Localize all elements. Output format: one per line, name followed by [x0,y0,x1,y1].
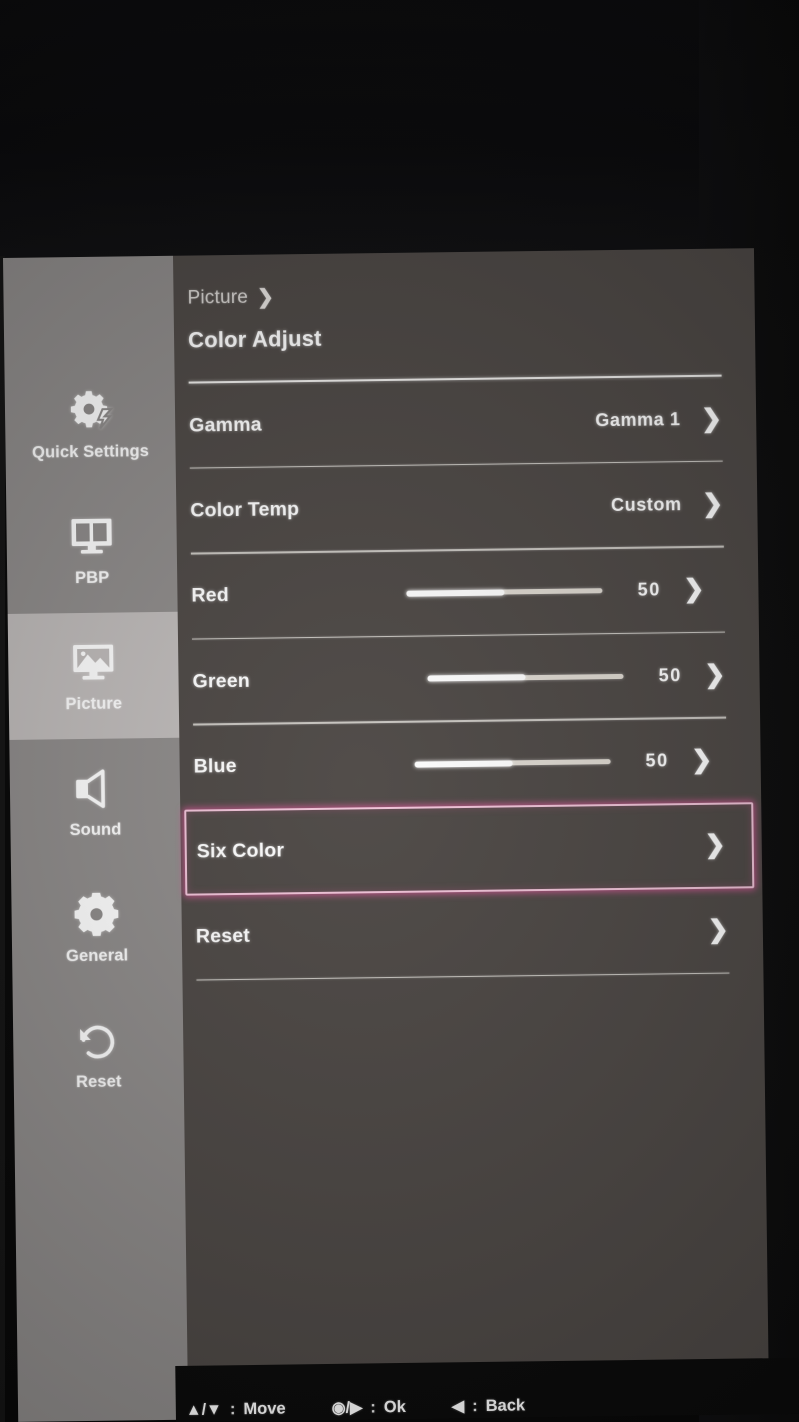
sidebar-item-label: PBP [74,568,110,588]
osd-menu-panel: Quick Settings PBP Picture Sound General… [3,248,770,1422]
picture-by-picture-icon [64,512,119,563]
menu-row-label: Color Temp [190,498,300,522]
menu-row-label: Gamma [189,413,262,437]
red-slider-fill [406,589,505,597]
hint-move: ▲/▼ : Move [186,1400,286,1420]
menu-row-label: Reset [195,924,251,948]
row-spacer [284,845,704,850]
sidebar-item-label: Reset [75,1072,122,1092]
sidebar-item-label: Picture [65,694,123,714]
green-slider-fill [427,674,526,682]
menu-row-six-color[interactable]: Six Color ❯ [184,801,755,896]
menu-row-reset[interactable]: Reset ❯ [195,888,729,979]
gear-bolt-icon [63,386,118,437]
sidebar-item-quick-settings[interactable]: Quick Settings [4,360,176,488]
menu-row-label: Green [192,669,251,693]
blue-slider-fill [414,759,513,768]
sidebar-item-label: General [65,946,129,966]
joystick-press-icon: ◉/▶ [331,1399,363,1417]
red-slider[interactable] [406,588,603,597]
menu-row-red[interactable]: Red 50 ❯ [191,547,725,638]
chevron-right-icon: ❯ [707,915,729,944]
page-title: Color Adjust [187,325,322,353]
menu-row-blue[interactable]: Blue 50 ❯ [193,718,727,809]
menu-row-label: Blue [193,755,237,778]
menu-row-label: Red [191,584,230,607]
left-arrow-icon: ◀ [451,1398,465,1416]
picture-monitor-icon [66,638,121,689]
osd-sidebar: Quick Settings PBP Picture Sound General… [3,255,189,1422]
row-spacer [262,420,596,424]
hint-separator: : [229,1400,236,1419]
sidebar-item-picture[interactable]: Picture [7,611,180,740]
chevron-right-icon: ❯ [691,745,713,775]
row-spacer [250,930,707,936]
osd-content-pane: Picture ❯ Color Adjust Gamma Gamma 1 ❯ C… [172,248,770,1420]
menu-row-color-temp[interactable]: Color Temp Custom ❯ [190,462,724,553]
updown-arrows-icon: ▲/▼ [185,1400,223,1419]
menu-row-green[interactable]: Green 50 ❯ [192,633,726,724]
sidebar-item-sound[interactable]: Sound [9,738,181,866]
menu-row-label: Six Color [196,839,285,863]
hint-ok: ◉/▶ : Ok [332,1397,406,1418]
row-spacer [299,505,611,509]
green-slider-value: 50 [658,664,683,686]
chevron-right-icon: ❯ [700,404,723,433]
sidebar-item-pbp[interactable]: PBP [6,486,178,614]
screen-bezel-top [0,0,799,262]
osd-hint-bar: ▲/▼ : Move ◉/▶ : Ok ◀ : Back [175,1357,799,1422]
hint-separator: : [472,1396,478,1415]
breadcrumb[interactable]: Picture ❯ [187,279,721,311]
sidebar-item-general[interactable]: General [11,864,183,992]
speaker-icon [68,763,123,814]
menu-row-value: Custom [610,494,682,515]
green-slider[interactable] [427,673,624,682]
monitor-osd-photo: Quick Settings PBP Picture Sound General… [0,0,799,1422]
sidebar-item-label: Quick Settings [31,442,150,462]
sidebar-item-reset[interactable]: Reset [13,990,185,1118]
hint-label: Move [243,1399,286,1419]
breadcrumb-parent: Picture [187,286,249,309]
chevron-right-icon: ❯ [256,286,275,309]
hint-label: Back [485,1395,526,1415]
screen-bezel-left [0,256,5,1422]
red-slider-value: 50 [637,579,661,601]
hint-label: Ok [383,1397,406,1416]
hint-back: ◀ : Back [452,1395,526,1416]
menu-row-value: Gamma 1 [595,408,681,430]
hint-separator: : [370,1397,376,1416]
blue-slider[interactable] [414,759,611,768]
blue-slider-value: 50 [645,750,669,771]
sidebar-item-label: Sound [69,820,122,840]
reset-arrow-icon [71,1015,126,1066]
chevron-right-icon: ❯ [704,660,726,689]
gear-icon [69,889,124,940]
chevron-right-icon: ❯ [701,489,724,518]
menu-row-gamma[interactable]: Gamma Gamma 1 ❯ [189,377,723,468]
chevron-right-icon: ❯ [704,830,726,859]
chevron-right-icon: ❯ [683,575,705,604]
